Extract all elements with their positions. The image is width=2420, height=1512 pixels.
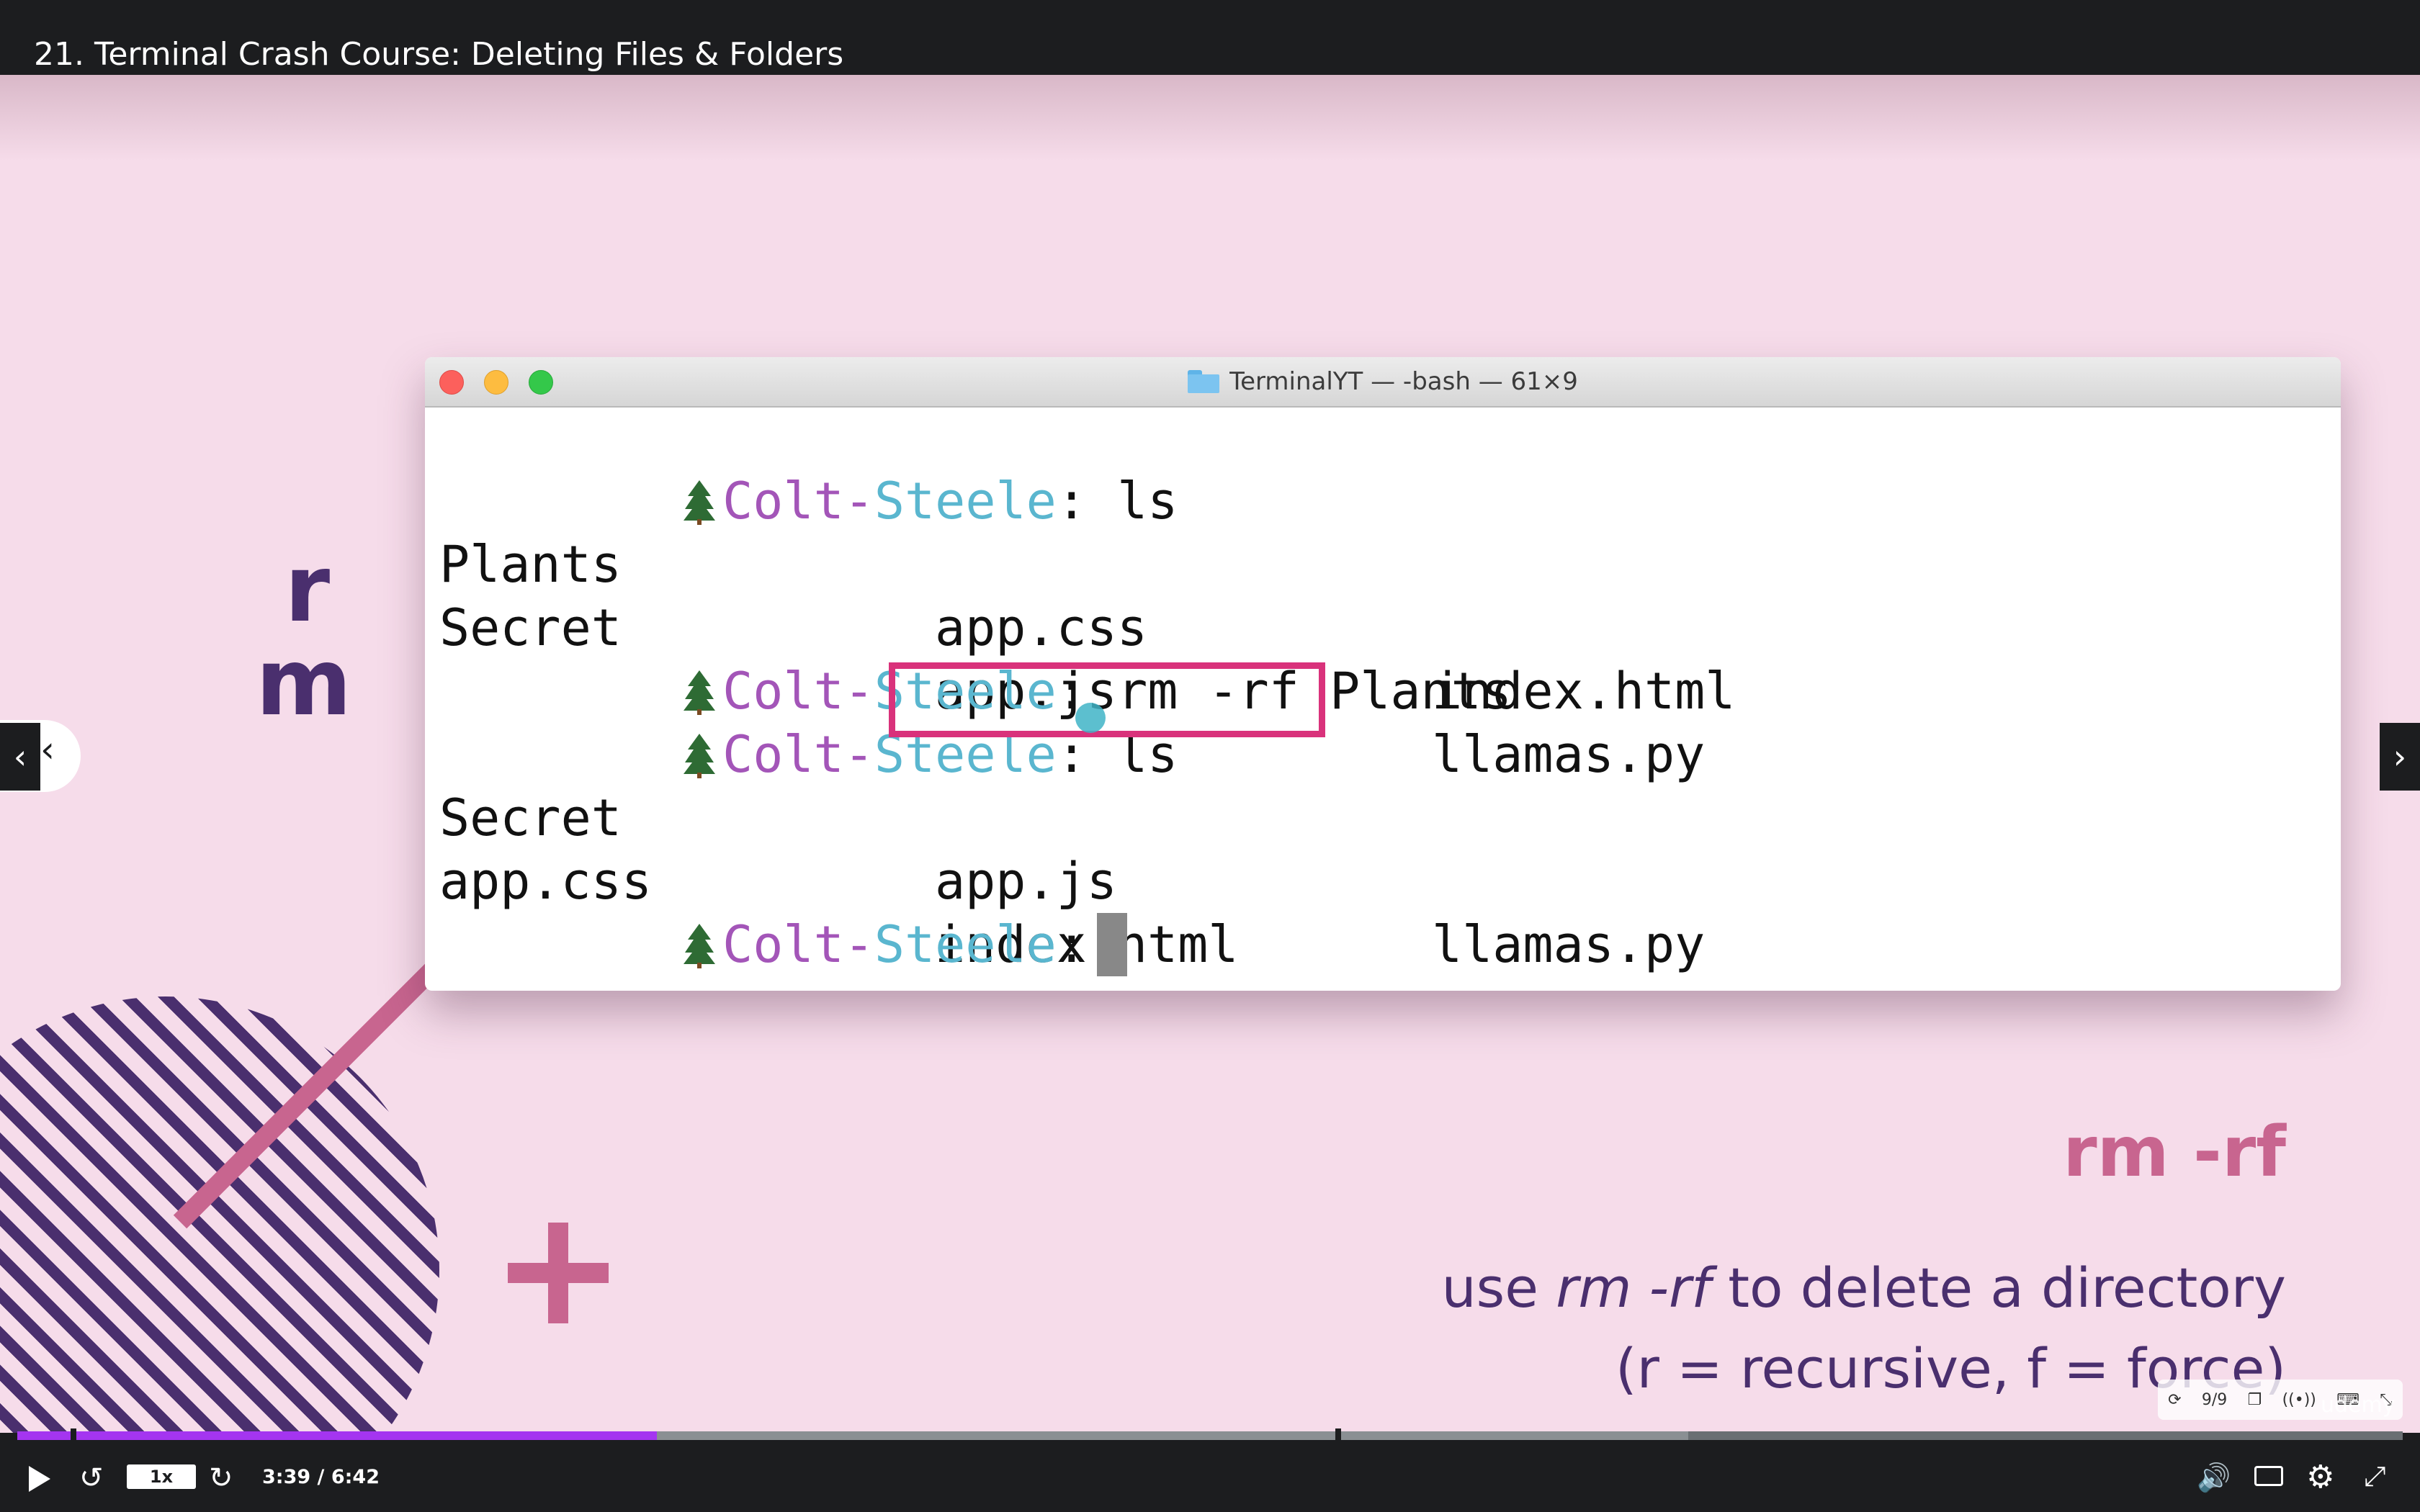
terminal-prompt-line: Colt-Steele: bbox=[439, 850, 1127, 976]
folder-icon bbox=[1188, 370, 1220, 393]
terminal-title-text: TerminalYT — -bash — 61×9 bbox=[1229, 367, 1578, 396]
gear-icon[interactable]: ⚙ bbox=[2306, 1459, 2334, 1495]
volume-icon[interactable]: 🔊 bbox=[2197, 1462, 2231, 1494]
listing-row: Plants app.css index.html bbox=[439, 469, 2312, 721]
side-letter-r: r bbox=[284, 536, 331, 643]
previous-lecture-arrow[interactable]: ‹ bbox=[0, 723, 40, 791]
captions-icon[interactable] bbox=[2254, 1466, 2283, 1486]
terminal-titlebar: TerminalYT — -bash — 61×9 bbox=[425, 357, 2341, 408]
watermark-logo: udemy bbox=[2321, 1392, 2396, 1418]
terminal-prompt-line: Colt-Steele: rm -rf Plants bbox=[439, 596, 1512, 721]
slide-top-shadow bbox=[0, 75, 2420, 161]
play-icon[interactable] bbox=[29, 1466, 50, 1492]
broadcast-icon[interactable]: ((•)) bbox=[2282, 1391, 2316, 1409]
next-lecture-button[interactable]: › bbox=[2380, 723, 2420, 791]
terminal-prompt-line: Colt-Steele: ls bbox=[439, 406, 1178, 531]
slide-counter: 9/9 bbox=[2201, 1390, 2228, 1409]
terminal-cursor bbox=[1096, 913, 1127, 976]
listing-row: app.css index.html bbox=[439, 786, 2312, 974]
rewind-icon[interactable]: ↺ bbox=[79, 1462, 104, 1495]
time-display: 3:39 / 6:42 bbox=[262, 1466, 380, 1488]
lecture-title: 21. Terminal Crash Course: Deleting File… bbox=[34, 36, 844, 73]
player-controls: ↺ 1x ↻ 3:39 / 6:42 🔊 ⚙ ⤢ bbox=[0, 1440, 2420, 1512]
listing-row: Secret app.js llamas.py bbox=[439, 723, 2312, 974]
forward-icon[interactable]: ↻ bbox=[209, 1462, 233, 1495]
listing-row: Secret app.js llamas.py bbox=[439, 533, 2312, 784]
slide-description: use rm -rf to delete a directory bbox=[1441, 1256, 2287, 1320]
tree-icon bbox=[684, 923, 716, 968]
command-highlight-box bbox=[889, 662, 1325, 737]
striped-circle-decoration bbox=[0, 996, 439, 1433]
fullscreen-icon[interactable]: ⤢ bbox=[2364, 1460, 2385, 1493]
plus-decoration-vertical bbox=[548, 1223, 568, 1323]
mouse-pointer-icon bbox=[1075, 703, 1106, 733]
playback-speed-button[interactable]: 1x bbox=[127, 1464, 196, 1489]
lecture-title-bar: 21. Terminal Crash Course: Deleting File… bbox=[0, 0, 2420, 75]
listing-item: llamas.py bbox=[1432, 915, 1706, 974]
chevron-left-icon: ‹ bbox=[13, 737, 27, 776]
chevron-left-icon: ‹ bbox=[40, 729, 55, 770]
side-letter-m: m bbox=[256, 629, 352, 737]
terminal-title: TerminalYT — -bash — 61×9 bbox=[425, 357, 2341, 406]
slide-heading: rm -rf bbox=[2063, 1112, 2286, 1192]
refresh-icon[interactable]: ⟳ bbox=[2168, 1391, 2181, 1409]
progress-fill bbox=[17, 1431, 657, 1440]
terminal-window: TerminalYT — -bash — 61×9 Colt-Steele: l… bbox=[425, 357, 2341, 991]
video-slide[interactable]: r m TerminalYT — -bash — 61×9 Colt-Steel… bbox=[0, 75, 2420, 1433]
chevron-right-icon: › bbox=[2393, 737, 2407, 776]
terminal-output: Colt-Steele: ls Plants app.css index.htm… bbox=[439, 406, 2326, 982]
window-icon[interactable]: ❐ bbox=[2248, 1391, 2262, 1409]
